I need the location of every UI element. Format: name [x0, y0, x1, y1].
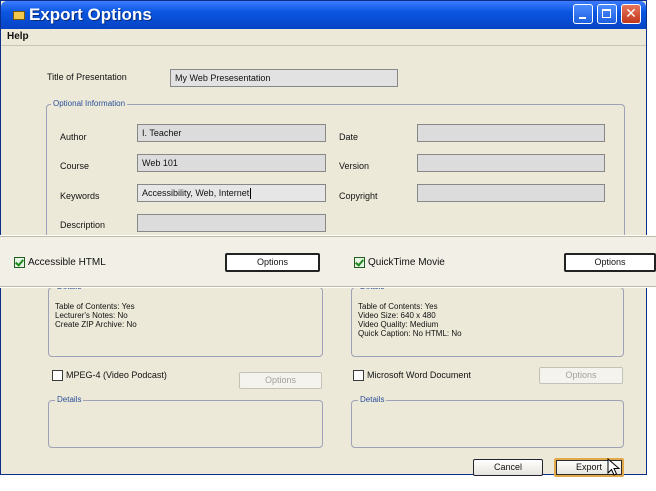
copyright-input[interactable]: [417, 184, 605, 202]
keywords-value: Accessibility, Web, Internet: [142, 188, 250, 198]
optional-information-legend: Optional Information: [51, 99, 128, 108]
mpeg4-checkbox[interactable]: [52, 370, 63, 381]
detail-line: Quick Caption: No HTML: No: [358, 329, 462, 338]
detail-line: Create ZIP Archive: No: [55, 320, 137, 329]
app-icon: [13, 11, 25, 20]
close-button[interactable]: ✕: [621, 4, 641, 24]
word-details-box: [351, 400, 624, 448]
title-of-presentation-label: Title of Presentation: [47, 72, 127, 82]
course-label: Course: [60, 161, 90, 171]
word-checkbox[interactable]: [353, 370, 364, 381]
title-bar[interactable]: Export Options ✕: [1, 1, 646, 29]
accessible-html-options-button[interactable]: Options: [225, 253, 320, 272]
accessible-html-label: Accessible HTML: [28, 257, 106, 268]
close-icon: ✕: [625, 6, 637, 22]
maximize-button[interactable]: [597, 4, 617, 24]
detail-line: Video Size: 640 x 480: [358, 311, 436, 320]
detail-line: Video Quality: Medium: [358, 320, 439, 329]
detail-line: Lecturer's Notes: No: [55, 311, 128, 320]
mouse-pointer-icon: [607, 458, 621, 476]
maximize-icon: [602, 9, 611, 18]
date-input[interactable]: [417, 124, 605, 142]
menu-bar: Help: [1, 29, 646, 46]
quicktime-details: Table of Contents: Yes Video Size: 640 x…: [358, 302, 462, 338]
version-input[interactable]: [417, 154, 605, 172]
quicktime-label: QuickTime Movie: [368, 257, 445, 268]
detail-line: Table of Contents: Yes: [358, 302, 438, 311]
keywords-label: Keywords: [60, 191, 100, 201]
keywords-input[interactable]: Accessibility, Web, Internet: [137, 184, 326, 202]
minimize-button[interactable]: [573, 4, 593, 24]
mpeg4-details-box: [48, 400, 323, 448]
version-label: Version: [339, 161, 370, 171]
word-label: Microsoft Word Document: [367, 370, 471, 380]
export-formats-strip: Accessible HTML Options QuickTime Movie …: [0, 235, 656, 288]
author-input[interactable]: I. Teacher: [137, 124, 326, 142]
mpeg4-options-button[interactable]: Options: [239, 372, 322, 389]
date-label: Date: [339, 132, 359, 142]
detail-line: Table of Contents: Yes: [55, 302, 135, 311]
quicktime-checkbox[interactable]: [354, 257, 365, 268]
copyright-label: Copyright: [339, 191, 378, 201]
course-input[interactable]: Web 101: [137, 154, 326, 172]
title-of-presentation-input[interactable]: My Web Presesentation: [170, 69, 398, 87]
author-label: Author: [60, 132, 87, 142]
description-label: Description: [60, 220, 106, 230]
window-title: Export Options: [29, 5, 152, 24]
mpeg4-label: MPEG-4 (Video Podcast): [66, 370, 167, 380]
minimize-icon: [579, 17, 586, 19]
menu-help[interactable]: Help: [7, 31, 29, 42]
word-details-legend: Details: [358, 395, 387, 404]
cancel-button[interactable]: Cancel: [473, 459, 543, 476]
word-options-button[interactable]: Options: [539, 367, 623, 384]
quicktime-options-button[interactable]: Options: [564, 253, 656, 272]
text-caret: [250, 188, 252, 200]
accessible-html-checkbox[interactable]: [14, 257, 25, 268]
mpeg4-details-legend: Details: [55, 395, 84, 404]
description-input[interactable]: [137, 214, 326, 232]
accessible-html-details: Table of Contents: Yes Lecturer's Notes:…: [55, 302, 137, 329]
